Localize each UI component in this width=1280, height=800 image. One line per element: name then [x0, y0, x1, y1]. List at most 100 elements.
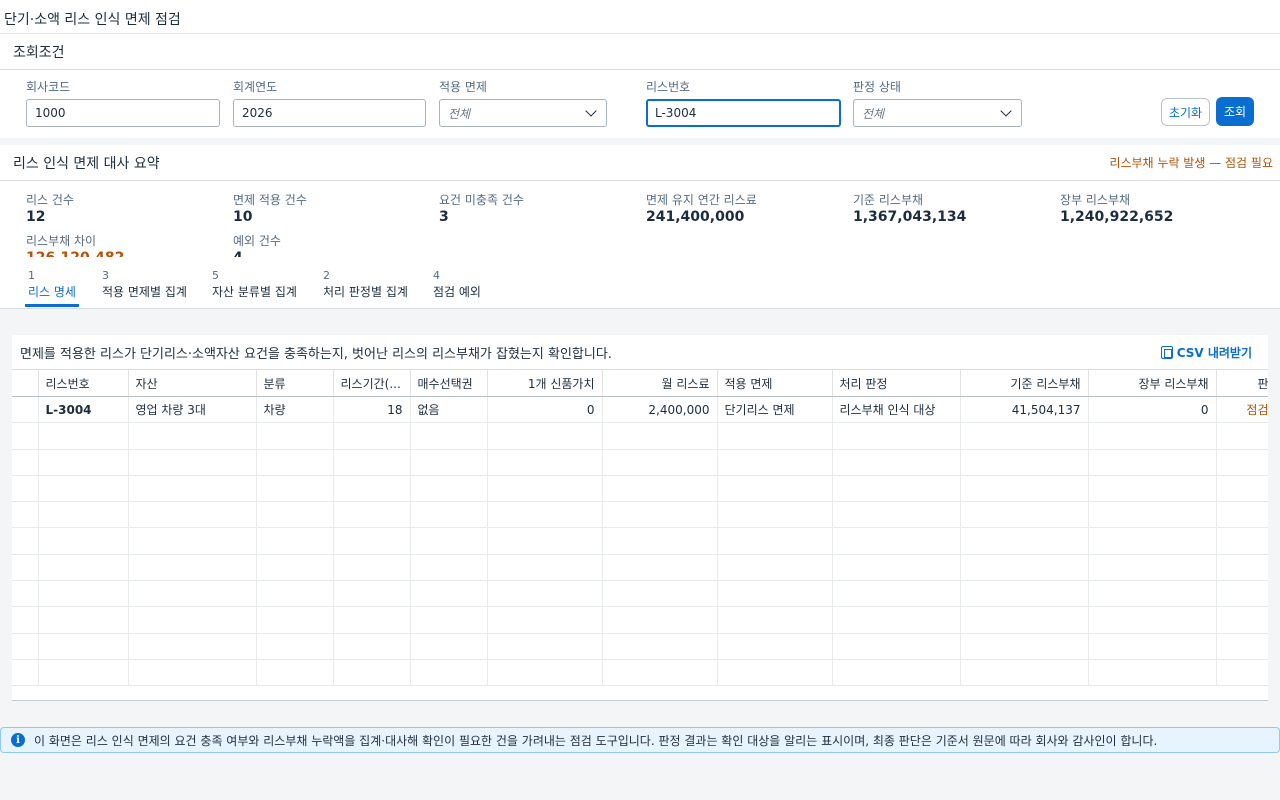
cell-lease-no: L-3004	[38, 396, 129, 424]
fiscal-year-value: 2026	[242, 106, 273, 120]
tab-label: 점검 예외	[433, 285, 481, 299]
page-title: 단기·소액 리스 인식 면제 점검	[0, 0, 1280, 34]
kpi-book-liability: 장부 리스부채 1,240,922,652	[1060, 191, 1173, 225]
kpi-label: 요건 미충족 건수	[439, 193, 524, 207]
column-header[interactable]: 리스번호	[38, 369, 129, 397]
lease-no-value: L-3004	[655, 106, 697, 120]
tab-label: 적용 면제별 집계	[102, 285, 187, 299]
fiscal-year-input[interactable]: 2026	[233, 99, 426, 127]
info-icon: i	[11, 733, 25, 747]
lease-no-label: 리스번호	[646, 80, 691, 94]
column-header[interactable]: 월 리스료	[602, 369, 718, 397]
cell-new-value: 0	[487, 396, 603, 424]
status-placeholder: 전체	[862, 106, 885, 121]
cell-status: 점검	[1216, 396, 1268, 424]
table-row	[12, 527, 1268, 555]
table-row	[12, 554, 1268, 582]
filter-section-header: 조회조건	[0, 34, 1280, 70]
csv-download-button[interactable]: CSV 내려받기	[1160, 344, 1252, 361]
row-selector-header	[12, 369, 39, 397]
cell-base-liability: 41,504,137	[960, 396, 1089, 424]
tab-by-judgement[interactable]: 2 처리 판정별 집계	[323, 269, 408, 300]
table-row	[12, 606, 1268, 634]
company-code-input[interactable]: 1000	[26, 99, 220, 127]
kpi-annual-rent: 면제 유지 연간 리스료 241,400,000	[646, 191, 757, 225]
company-code-group: 회사코드 1000	[26, 78, 220, 127]
row-selector[interactable]	[12, 396, 39, 424]
column-header[interactable]: 적용 면제	[717, 369, 833, 397]
cell-exemption: 단기리스 면제	[717, 396, 833, 424]
company-code-label: 회사코드	[26, 80, 71, 94]
reset-button[interactable]: 초기화	[1161, 98, 1210, 126]
exemption-label: 적용 면제	[439, 80, 487, 94]
kpi-value: 10	[233, 209, 253, 225]
summary-title: 리스 인식 면제 대사 요약	[13, 155, 160, 172]
column-header[interactable]: 분류	[256, 369, 334, 397]
cell-book-liability: 0	[1088, 396, 1217, 424]
kpi-label: 리스 건수	[26, 193, 74, 207]
tab-by-asset-class[interactable]: 5 자산 분류별 집계	[212, 269, 297, 300]
cell-class: 차량	[256, 396, 334, 424]
kpi-label: 기준 리스부채	[853, 193, 924, 207]
kpi-value: 3	[439, 209, 449, 225]
column-header[interactable]: 자산	[128, 369, 257, 397]
column-header[interactable]: 매수선택권	[410, 369, 488, 397]
column-header[interactable]: 판	[1216, 369, 1268, 397]
lease-table: 리스번호 자산 분류 리스기간(... 매수선택권 1개 신품가치 월 리스료 …	[12, 369, 1268, 687]
filter-section-title: 조회조건	[13, 44, 65, 61]
csv-download-label: CSV 내려받기	[1176, 345, 1252, 360]
column-header[interactable]: 1개 신품가치	[487, 369, 603, 397]
company-code-value: 1000	[35, 106, 66, 120]
filter-bar: 회사코드 1000 회계연도 2026 적용 면제 전체 리스번호 L-3004…	[0, 70, 1280, 138]
kpi-value: 1,240,922,652	[1060, 209, 1174, 225]
tab-label: 리스 명세	[28, 285, 76, 299]
cell-asset: 영업 차량 3대	[128, 396, 257, 424]
filter-section: 조회조건 회사코드 1000 회계연도 2026 적용 면제 전체 리스번호 L…	[0, 34, 1280, 138]
info-message: i 이 화면은 리스 인식 면제의 요건 충족 여부와 리스부채 누락액을 집계…	[0, 727, 1280, 753]
kpi-label: 면제 유지 연간 리스료	[646, 193, 757, 207]
status-select[interactable]: 전체	[853, 99, 1022, 127]
kpi-exempt-count: 면제 적용 건수 10	[233, 191, 307, 225]
search-button[interactable]: 조회	[1216, 97, 1254, 126]
tab-count: 3	[102, 269, 109, 282]
tab-label: 처리 판정별 집계	[323, 285, 408, 299]
tab-by-exemption[interactable]: 3 적용 면제별 집계	[102, 269, 187, 300]
chevron-down-icon	[1000, 105, 1012, 117]
tab-count: 1	[28, 269, 35, 282]
fiscal-year-group: 회계연도 2026	[233, 78, 426, 127]
tab-count: 2	[323, 269, 330, 282]
tab-lease-detail[interactable]: 1 리스 명세	[25, 269, 79, 307]
lease-no-group: 리스번호 L-3004	[646, 78, 841, 127]
exemption-select[interactable]: 전체	[439, 99, 607, 127]
chevron-down-icon	[585, 105, 597, 117]
kpi-value: 12	[26, 209, 46, 225]
table-description: 면제를 적용한 리스가 단기리스·소액자산 요건을 충족하는지, 벗어난 리스의…	[20, 346, 612, 362]
kpi-label: 리스부채 차이	[26, 234, 97, 248]
tab-count: 5	[212, 269, 219, 282]
column-header[interactable]: 장부 리스부채	[1088, 369, 1217, 397]
cell-purchase-option: 없음	[410, 396, 488, 424]
table-row	[12, 633, 1268, 660]
kpi-value: 1,367,043,134	[853, 209, 967, 225]
tab-exceptions[interactable]: 4 점검 예외	[433, 269, 481, 300]
exemption-group: 적용 면제 전체	[439, 78, 607, 127]
exemption-placeholder: 전체	[448, 106, 471, 121]
column-header[interactable]: 기준 리스부채	[960, 369, 1089, 397]
fiscal-year-label: 회계연도	[233, 80, 278, 94]
column-header[interactable]: 리스기간(...	[333, 369, 411, 397]
status-group: 판정 상태 전체	[853, 78, 1022, 127]
lease-no-input[interactable]: L-3004	[646, 99, 841, 127]
status-label: 판정 상태	[853, 80, 901, 94]
kpi-lease-count: 리스 건수 12	[26, 191, 74, 225]
table-row[interactable]: L-3004 영업 차량 3대 차량 18 없음 0 2,400,000 단기리…	[12, 396, 1268, 424]
tab-label: 자산 분류별 집계	[212, 285, 297, 299]
kpi-value: 241,400,000	[646, 209, 745, 225]
table-row	[12, 475, 1268, 503]
tab-count: 4	[433, 269, 440, 282]
kpi-unmet-count: 요건 미충족 건수 3	[439, 191, 524, 225]
kpi-base-liability: 기준 리스부채 1,367,043,134	[853, 191, 966, 225]
summary-section-header: 리스 인식 면제 대사 요약 리스부채 누락 발생 — 점검 필요	[0, 145, 1280, 181]
cell-term: 18	[333, 396, 411, 424]
kpi-label: 장부 리스부채	[1060, 193, 1131, 207]
column-header[interactable]: 처리 판정	[832, 369, 961, 397]
